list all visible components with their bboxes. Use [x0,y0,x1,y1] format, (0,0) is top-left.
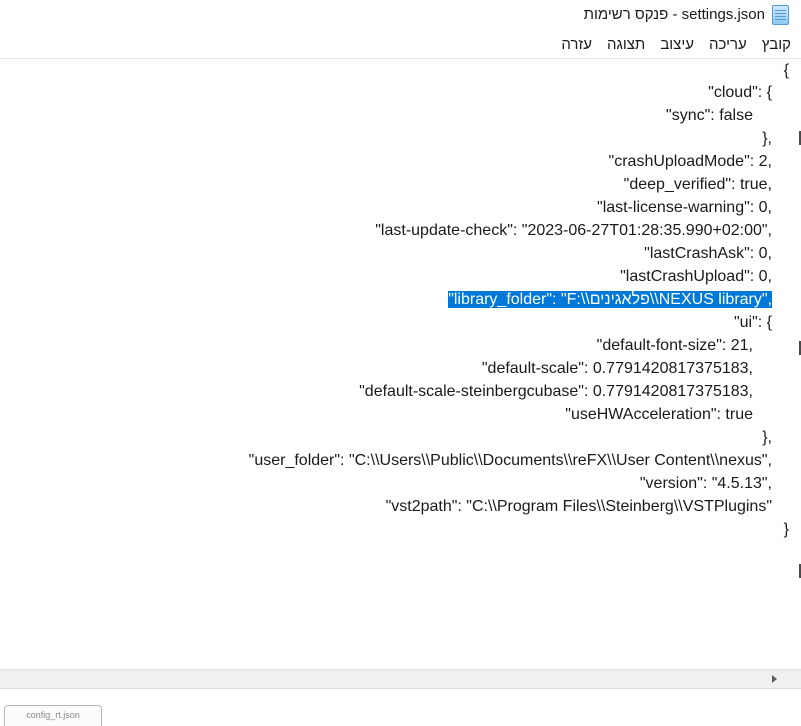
window-title: settings.json - פנקס רשימות [583,6,765,23]
editor-line: "crashUploadMode": 2, [608,153,772,170]
menu-edit[interactable]: עריכה [709,36,747,53]
editor-line: "last-update-check": "2023-06-27T01:28:3… [375,222,772,239]
menu-items: קובץ עריכה עיצוב תצוגה עזרה [561,36,791,53]
editor-line: "lastCrashUpload": 0, [620,268,772,285]
editor-line: "sync": false [666,107,753,124]
editor-line: "default-font-size": 21, [596,337,753,354]
editor-line: "user_folder": "C:\\Users\\Public\\Docum… [248,452,772,469]
editor-line: }, [762,429,772,446]
editor-line: "useHWAcceleration": true [565,406,753,423]
editor-line: "cloud": { [708,84,772,101]
editor-line: "lastCrashAsk": 0, [644,245,772,262]
vertical-scrollbar[interactable] [789,59,801,669]
editor-line: "last-license-warning": 0, [597,199,772,216]
editor-line: }, [762,130,772,147]
scroll-right-icon[interactable] [772,675,777,683]
menu-format[interactable]: עיצוב [660,36,694,53]
menu-file[interactable]: קובץ [762,36,791,53]
menu-help[interactable]: עזרה [561,36,592,53]
editor-line: "default-scale-steinbergcubase": 0.77914… [359,383,753,400]
title-bar: settings.json - פנקס רשימות [0,0,801,30]
selected-line: "library_folder": "F:\\פלאגינים\\NEXUS l… [448,291,772,308]
editor-line: "default-scale": 0.7791420817375183, [481,360,753,377]
status-bar: config_rt.json [0,688,801,726]
editor-line: "vst2path": "C:\\Program Files\\Steinber… [385,498,772,515]
text-editor[interactable]: { "cloud": { "sync": false }, "crashUplo… [0,59,789,669]
horizontal-scrollbar[interactable] [0,669,801,688]
editor-line: "version": "4.5.13", [639,475,772,492]
editor-line: "deep_verified": true, [623,176,772,193]
editor-line: "ui": { [733,314,772,331]
menu-bar: קובץ עריכה עיצוב תצוגה עזרה [0,30,801,59]
menu-view[interactable]: תצוגה [607,36,645,53]
notepad-icon [772,5,789,25]
